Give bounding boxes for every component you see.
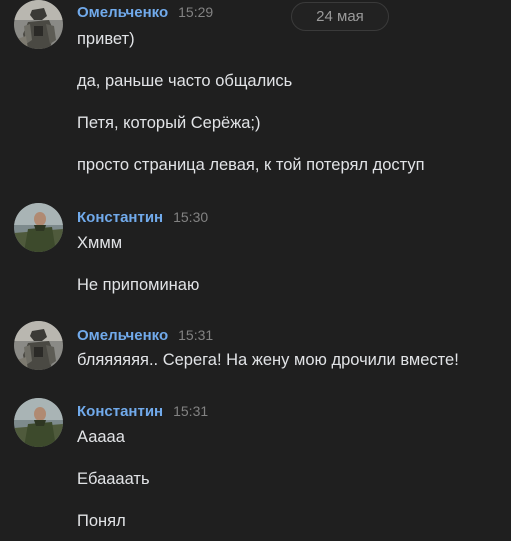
chat-history: 24 мая Омельченко 15:29 привет) да, рань… — [0, 0, 511, 541]
message-header: Омельченко 15:31 — [77, 327, 213, 347]
avatar[interactable] — [14, 321, 63, 370]
avatar[interactable] — [14, 398, 63, 447]
message-time[interactable]: 15:30 — [173, 209, 208, 225]
message-text: Хммм — [77, 234, 123, 252]
message-header: Омельченко 15:29 — [77, 4, 213, 24]
author-name[interactable]: Омельченко — [77, 327, 168, 344]
message-text: Не припоминаю — [77, 276, 200, 294]
message-header: Константин 15:30 — [77, 209, 208, 229]
author-name[interactable]: Константин — [77, 403, 163, 420]
message-text: Петя, который Серёжа;) — [77, 114, 261, 132]
man-outdoors-avatar-icon — [14, 203, 63, 252]
message-text: просто страница левая, к той потерял дос… — [77, 156, 425, 174]
avatar[interactable] — [14, 0, 63, 49]
message-text: Понял — [77, 512, 126, 530]
soldier-armor-avatar-icon — [14, 0, 63, 49]
date-separator[interactable]: 24 мая — [291, 2, 389, 31]
message-text: привет) — [77, 30, 135, 48]
message-header: Константин 15:31 — [77, 403, 208, 423]
message-time[interactable]: 15:29 — [178, 4, 213, 20]
author-name[interactable]: Омельченко — [77, 4, 168, 21]
man-outdoors-avatar-icon — [14, 398, 63, 447]
message-time[interactable]: 15:31 — [173, 403, 208, 419]
message-text: да, раньше часто общались — [77, 72, 293, 90]
message-text: Ебаааать — [77, 470, 150, 488]
message-text: бляяяяяя.. Серега! На жену мою дрочили в… — [77, 351, 459, 369]
author-name[interactable]: Константин — [77, 209, 163, 226]
message-time[interactable]: 15:31 — [178, 327, 213, 343]
soldier-armor-avatar-icon — [14, 321, 63, 370]
avatar[interactable] — [14, 203, 63, 252]
message-text: Ааааа — [77, 428, 125, 446]
